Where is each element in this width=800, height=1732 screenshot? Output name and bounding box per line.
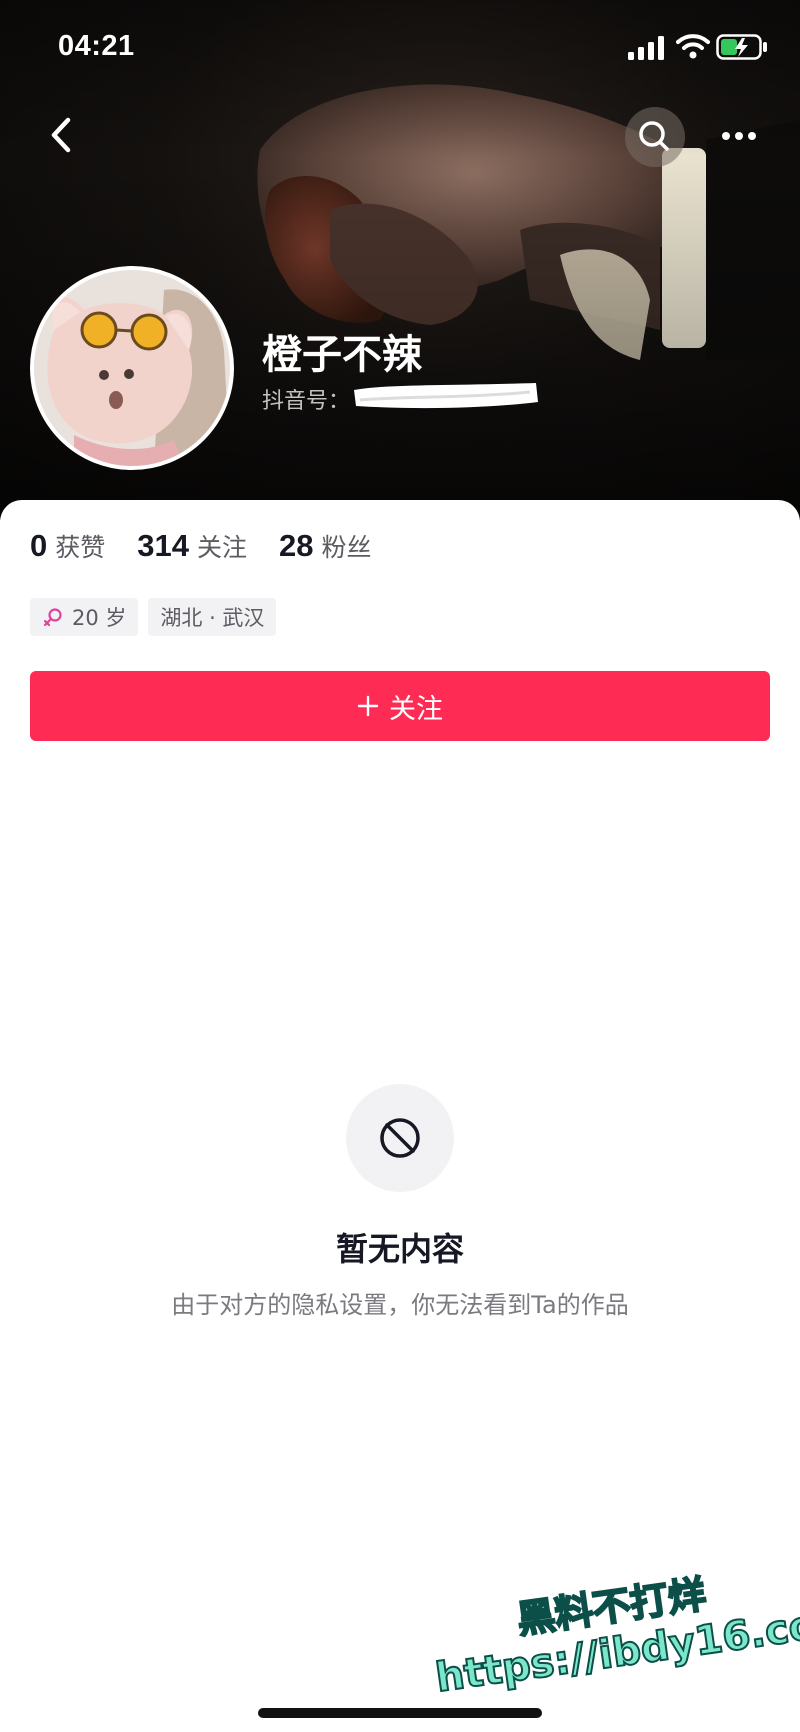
watermark: 黑料不打烊 https://ibdy16.com <box>430 1566 800 1702</box>
wifi-icon <box>676 34 710 59</box>
stat-likes[interactable]: 0 获赞 <box>30 528 105 564</box>
more-dots-icon[interactable] <box>712 118 766 154</box>
follow-button-label: 关注 <box>389 693 443 725</box>
profile-tags: 20 岁 湖北 · 武汉 <box>30 598 286 636</box>
follow-button[interactable]: 关注 <box>30 671 770 741</box>
cellular-signal-icon <box>628 36 664 60</box>
battery-charging-icon <box>716 34 767 60</box>
redaction-scribble <box>354 383 538 409</box>
female-icon <box>43 608 62 627</box>
stat-followers[interactable]: 28 粉丝 <box>279 528 372 564</box>
status-bar: 04:21 <box>0 0 800 96</box>
stat-value: 314 <box>137 528 189 563</box>
location-text: 湖北 · 武汉 <box>160 606 265 630</box>
home-indicator[interactable] <box>258 1708 542 1718</box>
age-text: 20 岁 <box>72 606 127 630</box>
chevron-left-icon[interactable] <box>40 110 84 160</box>
ban-icon <box>380 1118 420 1158</box>
stat-following[interactable]: 314 关注 <box>137 528 247 564</box>
location-tag: 湖北 · 武汉 <box>148 598 277 636</box>
empty-state-icon-wrap <box>346 1084 454 1192</box>
cat-avatar-image <box>34 270 230 466</box>
empty-state-description: 由于对方的隐私设置，你无法看到Ta的作品 <box>171 1291 629 1319</box>
username: 橙子不辣 <box>262 332 422 378</box>
stat-label: 关注 <box>197 533 248 562</box>
search-icon <box>639 121 669 151</box>
avatar[interactable] <box>30 266 234 470</box>
plus-icon <box>357 695 379 717</box>
stats-row: 0 获赞 314 关注 28 粉丝 <box>30 528 404 572</box>
stat-value: 0 <box>30 528 48 563</box>
stat-value: 28 <box>279 528 314 563</box>
age-tag: 20 岁 <box>30 598 139 636</box>
stat-label: 获赞 <box>55 533 106 562</box>
search-button[interactable] <box>625 107 685 167</box>
douyin-id-label: 抖音号： <box>262 389 351 414</box>
status-time: 04:21 <box>58 30 135 62</box>
stat-label: 粉丝 <box>321 533 372 562</box>
empty-state-title: 暂无内容 <box>335 1230 464 1268</box>
